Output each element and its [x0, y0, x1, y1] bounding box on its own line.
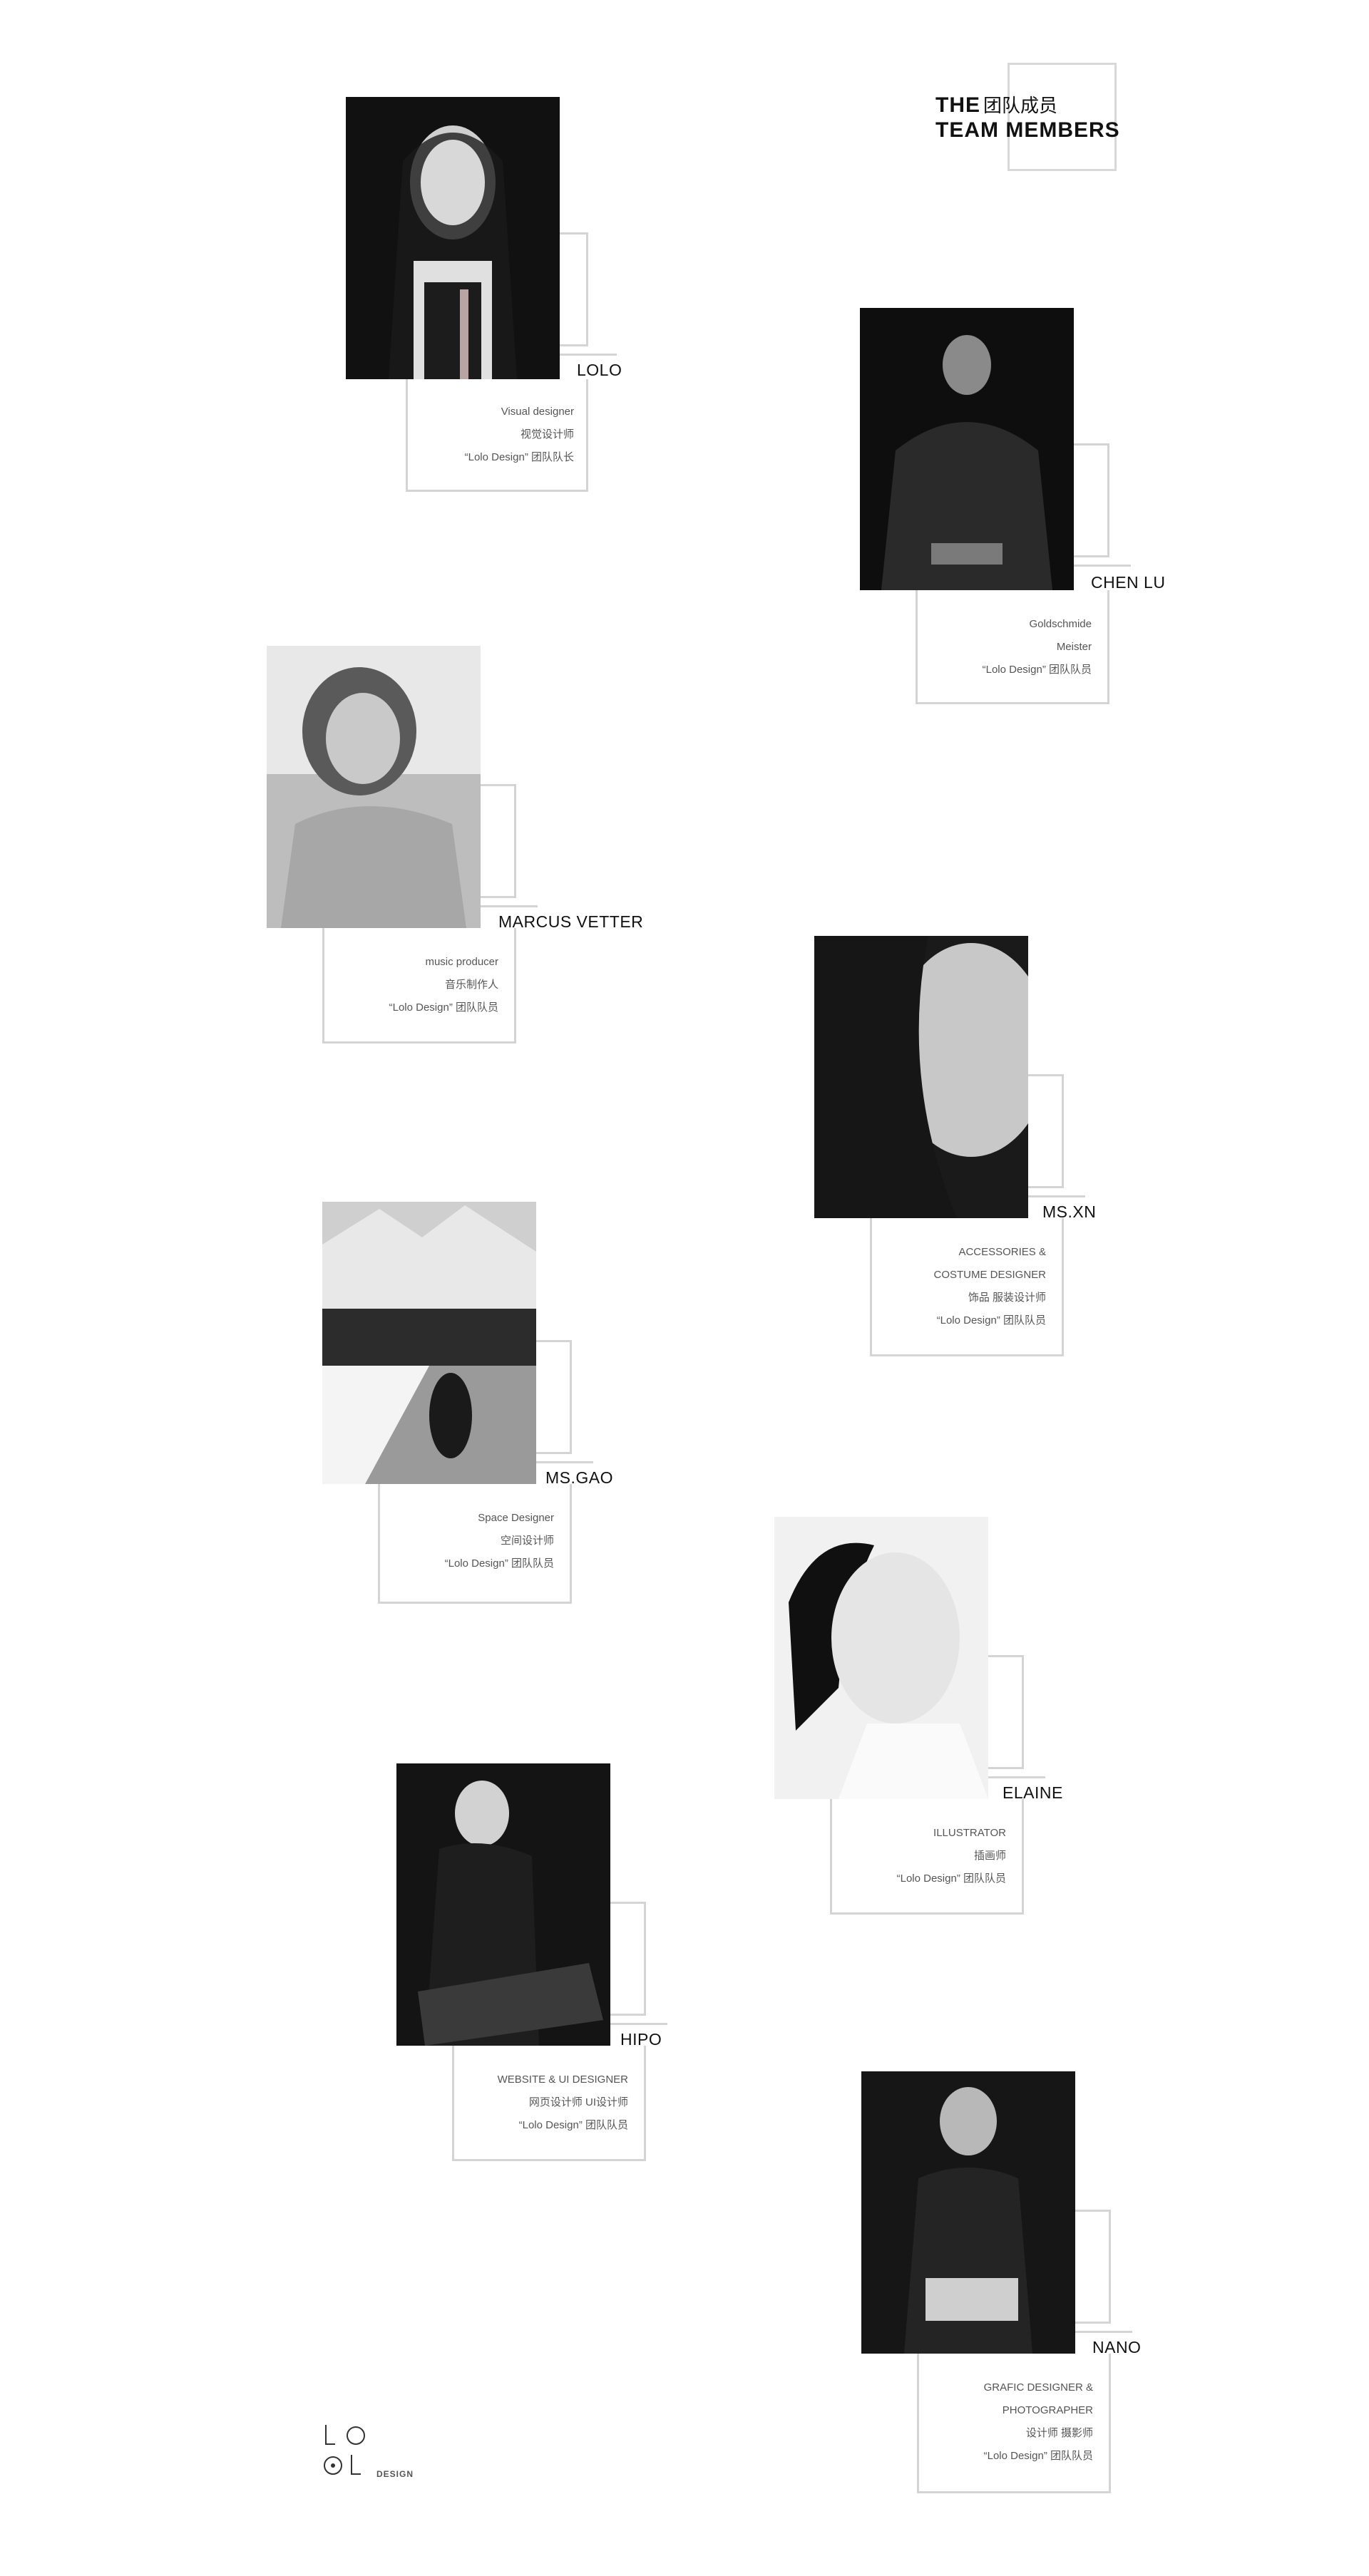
member-description: Space Designer 空间设计师 “Lolo Design” 团队队员 — [445, 1507, 554, 1575]
lolo-design-logo: DESIGN — [322, 2421, 429, 2485]
desc-line: WEBSITE & UI DESIGNER — [497, 2073, 628, 2086]
name-rule — [1074, 565, 1131, 567]
header-title-line1: THE 团队成员 — [935, 91, 1057, 118]
desc-line: “Lolo Design” 团队队员 — [389, 1001, 498, 1014]
member-photo — [322, 1202, 536, 1484]
member-name: MARCUS VETTER — [498, 912, 644, 931]
logo-o-circle — [347, 2426, 365, 2445]
member-photo — [814, 936, 1028, 1218]
side-frame — [560, 232, 588, 346]
logo-l-base — [325, 2443, 335, 2445]
member-description: GRAFIC DESIGNER & PHOTOGRAPHER 设计师 摄影师 “… — [984, 2376, 1093, 2468]
member-photo — [860, 308, 1074, 590]
desc-line: GRAFIC DESIGNER & — [983, 2381, 1093, 2394]
side-frame — [1075, 2210, 1111, 2324]
member-photo — [346, 97, 560, 379]
desc-line: “Lolo Design” 团队队员 — [936, 1314, 1046, 1326]
logo-text: DESIGN — [376, 2469, 414, 2479]
side-frame — [610, 1902, 646, 2016]
header-cn: 团队成员 — [983, 95, 1058, 116]
desc-line: PHOTOGRAPHER — [1002, 2404, 1093, 2416]
desc-line: “Lolo Design” 团队队员 — [444, 1557, 554, 1570]
name-rule — [1075, 2331, 1132, 2333]
member-description: Goldschmide Meister “Lolo Design” 团队队员 — [983, 613, 1092, 681]
desc-line: Space Designer — [478, 1512, 554, 1524]
name-rule — [536, 1461, 593, 1463]
desc-line: Visual designer — [501, 406, 574, 418]
member-photo — [774, 1517, 988, 1799]
desc-line: “Lolo Design” 团队队员 — [983, 2450, 1093, 2462]
desc-line: 视觉设计师 — [520, 428, 574, 441]
side-frame — [988, 1655, 1024, 1769]
desc-line: 饰品 服装设计师 — [968, 1292, 1046, 1304]
member-photo — [396, 1763, 610, 2046]
desc-line: COSTUME DESIGNER — [933, 1269, 1046, 1281]
side-frame — [1074, 443, 1109, 557]
desc-line: 插画师 — [973, 1850, 1006, 1862]
desc-line: Goldschmide — [1029, 618, 1092, 630]
logo-dot — [331, 2463, 335, 2468]
desc-line: 空间设计师 — [500, 1535, 554, 1547]
desc-line: ILLUSTRATOR — [933, 1827, 1006, 1839]
name-rule — [1028, 1195, 1085, 1197]
member-name: CHEN LU — [1091, 573, 1166, 592]
member-name: LOLO — [577, 361, 622, 379]
member-description: ILLUSTRATOR 插画师 “Lolo Design” 团队队员 — [897, 1822, 1006, 1890]
desc-line: “Lolo Design” 团队队员 — [518, 2119, 628, 2131]
logo-l-stroke — [351, 2455, 352, 2475]
side-frame — [1028, 1074, 1064, 1188]
member-description: music producer 音乐制作人 “Lolo Design” 团队队员 — [389, 951, 498, 1019]
desc-line: “Lolo Design” 团队队员 — [896, 1872, 1006, 1885]
header-the: THE — [935, 93, 980, 117]
member-description: Visual designer 视觉设计师 “Lolo Design” 团队队长 — [465, 401, 574, 469]
desc-line: 网页设计师 UI设计师 — [528, 2096, 628, 2108]
desc-line: “Lolo Design” 团队队长 — [464, 451, 574, 463]
desc-line: “Lolo Design” 团队队员 — [982, 664, 1092, 676]
name-rule — [610, 2023, 667, 2025]
logo-l-stroke — [325, 2425, 327, 2445]
desc-line: 音乐制作人 — [444, 979, 498, 991]
member-description: WEBSITE & UI DESIGNER 网页设计师 UI设计师 “Lolo … — [498, 2068, 628, 2137]
logo-l-base — [351, 2473, 361, 2475]
member-photo — [267, 646, 481, 928]
member-photo — [861, 2071, 1075, 2354]
desc-line: 设计师 摄影师 — [1025, 2427, 1093, 2439]
side-frame — [481, 784, 516, 898]
name-rule — [560, 354, 617, 356]
desc-line: ACCESSORIES & — [958, 1246, 1046, 1258]
side-frame — [536, 1340, 572, 1454]
name-rule — [988, 1776, 1045, 1778]
name-rule — [481, 905, 538, 907]
desc-line: music producer — [425, 956, 498, 968]
header-title-line2: TEAM MEMBERS — [935, 118, 1120, 142]
member-description: ACCESSORIES & COSTUME DESIGNER 饰品 服装设计师 … — [933, 1241, 1046, 1332]
desc-line: Meister — [1056, 641, 1092, 653]
page-header: THE 团队成员 TEAM MEMBERS — [935, 63, 1135, 177]
